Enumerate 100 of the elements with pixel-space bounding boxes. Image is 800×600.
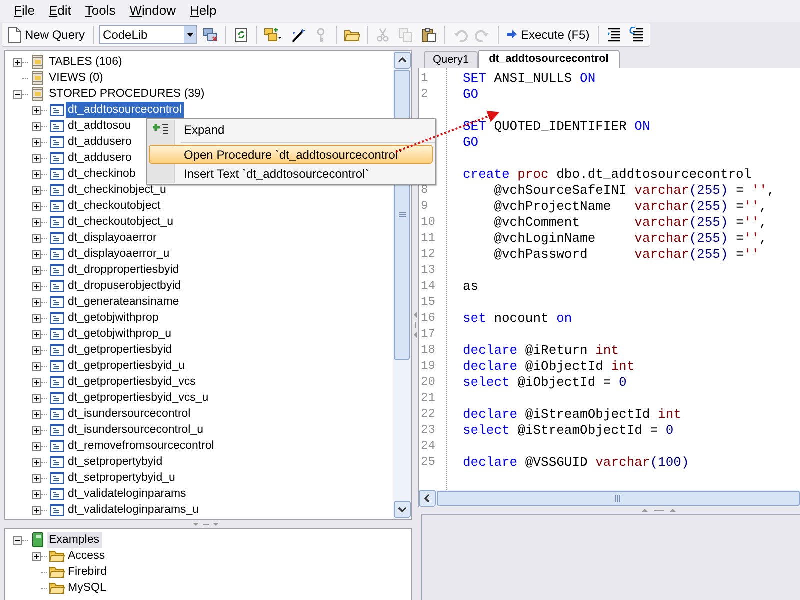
scroll-up-icon[interactable] bbox=[394, 52, 410, 69]
tree-toggle[interactable] bbox=[32, 250, 41, 258]
tree-item[interactable]: dt_displayoaerror bbox=[66, 230, 159, 246]
menu-item[interactable]: File bbox=[8, 0, 41, 23]
menu-item[interactable]: Open Procedure `dt_addtosourcecontrol` bbox=[149, 145, 433, 164]
tree-item[interactable]: dt_generateansiname bbox=[66, 294, 182, 310]
tree-toggle[interactable] bbox=[32, 394, 41, 402]
tree-toggle[interactable] bbox=[32, 552, 41, 560]
menu-item[interactable]: Window bbox=[124, 0, 182, 23]
tree-item[interactable]: dt_getobjwithprop_u bbox=[66, 326, 174, 342]
list-outdent-icon[interactable] bbox=[628, 26, 645, 42]
tree-item[interactable]: dt_displayoaerror_u bbox=[66, 246, 172, 262]
tree-item[interactable]: Examples bbox=[47, 532, 102, 548]
line-number: 8 bbox=[421, 183, 428, 197]
editor-tab[interactable]: dt_addtosourcecontrol bbox=[478, 50, 620, 68]
execute-button[interactable]: Execute (F5) bbox=[504, 24, 593, 44]
tree-toggle[interactable] bbox=[32, 330, 41, 338]
tree-item[interactable]: dt_isundersourcecontrol_u bbox=[66, 422, 206, 438]
horizontal-scrollbar[interactable] bbox=[418, 490, 800, 507]
tree-item[interactable]: dt_checkinobject_u bbox=[66, 182, 168, 198]
refresh-icon[interactable] bbox=[233, 26, 250, 42]
code-line: @vchComment varchar(255) ='', bbox=[493, 215, 768, 230]
scroll-left-icon[interactable] bbox=[419, 490, 436, 507]
tree-item[interactable]: dt_checkoutobject_u bbox=[66, 214, 176, 230]
editor-tab[interactable]: Query1 bbox=[424, 51, 478, 68]
tree-toggle[interactable] bbox=[32, 282, 41, 290]
tree-item[interactable]: dt_addusero bbox=[66, 134, 134, 150]
tree-toggle[interactable] bbox=[32, 490, 41, 498]
tree-item[interactable]: VIEWS (0) bbox=[47, 70, 106, 86]
line-number: 19 bbox=[421, 359, 436, 373]
new-query-button[interactable]: New Query bbox=[5, 24, 88, 44]
tree-toggle[interactable] bbox=[32, 122, 41, 130]
tree-item[interactable]: dt_addtosou bbox=[66, 118, 134, 134]
connection-icon[interactable] bbox=[202, 26, 218, 42]
splitter-grip-icon[interactable] bbox=[193, 522, 219, 526]
tree-toggle[interactable] bbox=[32, 298, 41, 306]
tree-toggle[interactable] bbox=[13, 58, 22, 66]
tree-toggle[interactable] bbox=[13, 90, 22, 98]
menu-item[interactable]: Edit bbox=[42, 0, 78, 23]
tree-toggle[interactable] bbox=[32, 442, 41, 450]
tree-toggle[interactable] bbox=[32, 170, 41, 178]
tree-toggle[interactable] bbox=[32, 378, 41, 386]
scroll-thumb[interactable] bbox=[437, 491, 800, 506]
tree-item[interactable]: dt_addusero bbox=[66, 150, 134, 166]
tree-toggle[interactable] bbox=[32, 266, 41, 274]
tree-item[interactable]: dt_droppropertiesbyid bbox=[66, 262, 182, 278]
tree-item[interactable]: dt_setpropertybyid_u bbox=[66, 470, 178, 486]
tree-item[interactable]: dt_removefromsourcecontrol bbox=[66, 438, 216, 454]
tree-toggle[interactable] bbox=[32, 426, 41, 434]
tree-toggle[interactable] bbox=[32, 154, 41, 162]
tree-item[interactable]: dt_getobjwithprop bbox=[66, 310, 161, 326]
line-number: 18 bbox=[421, 343, 436, 357]
tree-item[interactable]: MySQL bbox=[66, 580, 108, 596]
tree-toggle[interactable] bbox=[32, 218, 41, 226]
tree-toggle[interactable] bbox=[32, 410, 41, 418]
menu-item[interactable]: Help bbox=[184, 0, 223, 23]
tree-item[interactable]: Firebird bbox=[66, 564, 109, 580]
tree-toggle[interactable] bbox=[32, 234, 41, 242]
tree-item[interactable]: dt_validateloginparams bbox=[66, 486, 188, 502]
wand-icon[interactable] bbox=[290, 26, 306, 42]
scroll-down-icon[interactable] bbox=[394, 501, 410, 518]
objects-dropdown-icon[interactable] bbox=[264, 26, 284, 42]
tree-toggle[interactable] bbox=[32, 474, 41, 482]
tree-item[interactable]: dt_checkinob bbox=[66, 166, 138, 182]
menu-item[interactable]: Expand bbox=[149, 120, 433, 140]
code-line: declare @iObjectId int bbox=[463, 359, 635, 374]
tree-toggle[interactable] bbox=[32, 106, 41, 114]
tree-item[interactable]: dt_getpropertiesbyid_vcs_u bbox=[66, 390, 211, 406]
tree-item[interactable]: dt_isundersourcecontrol bbox=[66, 406, 193, 422]
database-combo[interactable]: CodeLib bbox=[99, 25, 198, 44]
tree-item[interactable]: dt_checkoutobject bbox=[66, 198, 163, 214]
tree-item[interactable]: dt_getpropertiesbyid_u bbox=[66, 358, 187, 374]
tree-item[interactable]: Access bbox=[66, 548, 108, 564]
tree-toggle[interactable] bbox=[13, 536, 22, 544]
tree-toggle[interactable] bbox=[32, 458, 41, 466]
tree-toggle[interactable] bbox=[32, 506, 41, 514]
menu-item[interactable]: Insert Text `dt_addtosourcecontrol` bbox=[149, 164, 433, 183]
paste-icon[interactable] bbox=[421, 26, 438, 42]
tree-item[interactable]: dt_setpropertybyid bbox=[66, 454, 165, 470]
dropdown-arrow-icon bbox=[186, 32, 194, 36]
code-editor[interactable] bbox=[418, 68, 800, 490]
list-indent-icon[interactable] bbox=[606, 26, 622, 42]
tree-item[interactable]: dt_dropuserobjectbyid bbox=[66, 278, 184, 294]
tree-item[interactable]: dt_getpropertiesbyid bbox=[66, 342, 174, 358]
procedure-icon bbox=[49, 150, 65, 166]
code-line: SET QUOTED_IDENTIFIER ON bbox=[463, 119, 650, 134]
tree-toggle[interactable] bbox=[32, 186, 41, 194]
tree-item[interactable]: dt_validateloginparams_u bbox=[66, 502, 202, 518]
splitter-grip-icon[interactable] bbox=[412, 312, 418, 338]
tree-toggle[interactable] bbox=[32, 138, 41, 146]
tree-item[interactable]: dt_addtosourcecontrol bbox=[66, 102, 184, 118]
splitter-grip-icon[interactable] bbox=[642, 508, 676, 513]
tree-item[interactable]: TABLES (106) bbox=[47, 54, 124, 70]
tree-toggle[interactable] bbox=[32, 202, 41, 210]
tree-item[interactable]: dt_getpropertiesbyid_vcs bbox=[66, 374, 198, 390]
tree-toggle[interactable] bbox=[32, 314, 41, 322]
tree-toggle[interactable] bbox=[32, 362, 41, 370]
tree-item[interactable]: STORED PROCEDURES (39) bbox=[47, 86, 207, 102]
menu-item[interactable]: Tools bbox=[79, 0, 122, 23]
tree-toggle[interactable] bbox=[32, 346, 41, 354]
